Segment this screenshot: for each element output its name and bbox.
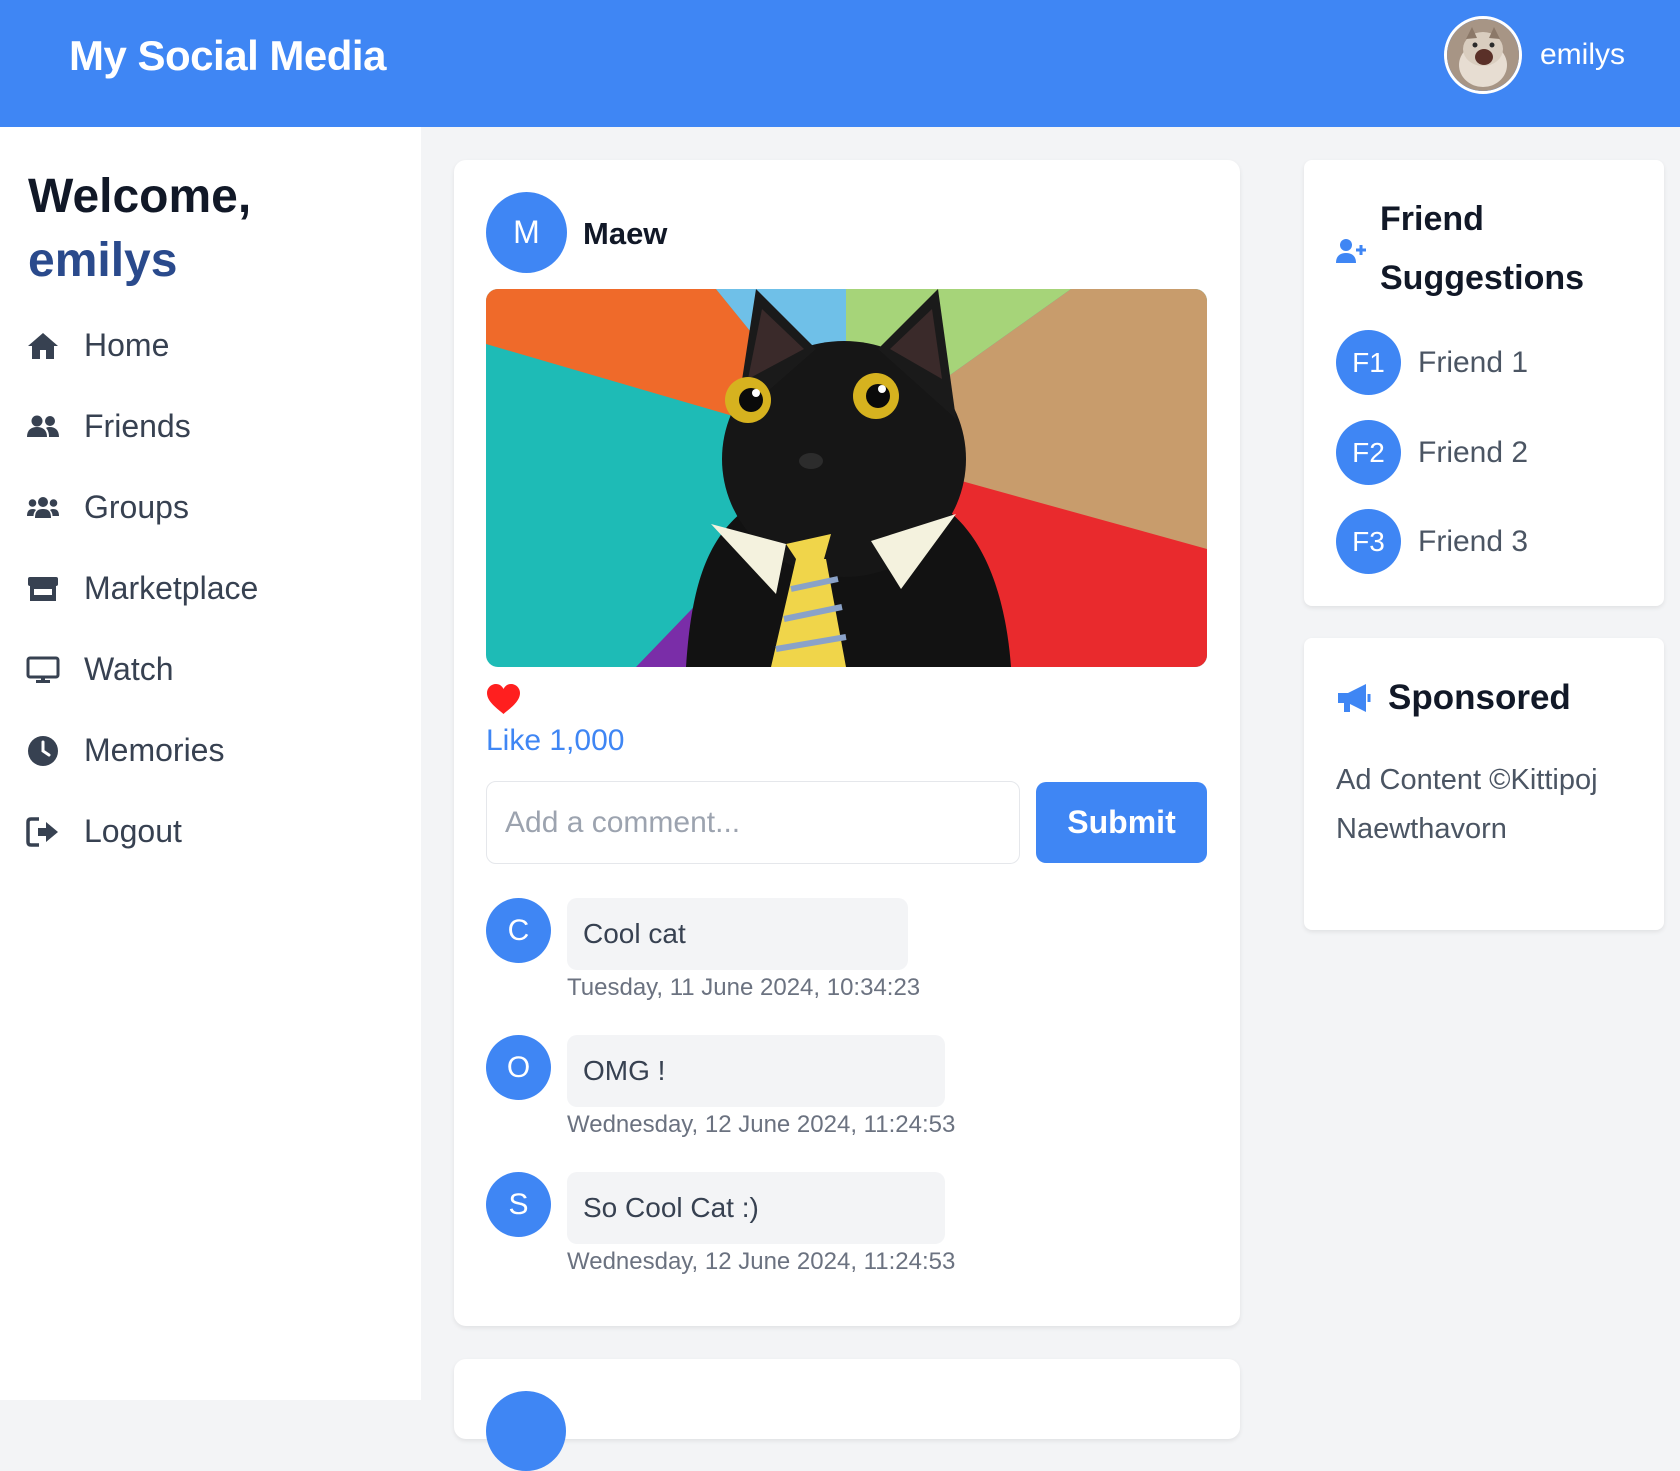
sidebar-item-marketplace[interactable]: Marketplace (26, 548, 406, 629)
sidebar-item-label: Memories (84, 732, 225, 768)
friend-suggestion-item[interactable]: F3 Friend 3 (1336, 509, 1528, 574)
logout-icon (26, 816, 58, 847)
sidebar-nav: Home Friends Groups Marketplace Watch Me… (26, 305, 406, 872)
commenter-avatar[interactable]: O (486, 1035, 551, 1100)
sidebar-item-logout[interactable]: Logout (26, 791, 406, 872)
megaphone-icon (1338, 684, 1371, 712)
header-username[interactable]: emilys (1540, 38, 1625, 72)
heart-icon[interactable] (486, 683, 521, 715)
commenter-avatar[interactable]: S (486, 1172, 551, 1237)
comment-text: Cool cat (567, 898, 908, 970)
top-navbar: My Social Media emilys (0, 0, 1680, 127)
friend-suggestions-card: Friend Suggestions F1 Friend 1 F2 Friend… (1304, 160, 1664, 606)
commenter-avatar[interactable]: C (486, 898, 551, 963)
sidebar-item-label: Logout (84, 813, 182, 849)
sidebar-item-home[interactable]: Home (26, 305, 406, 386)
like-button[interactable]: Like 1,000 (486, 724, 624, 758)
user-plus-icon (1336, 239, 1366, 263)
ad-content[interactable]: Ad Content ©Kittipoj Naewthavorn (1336, 756, 1636, 854)
home-icon (28, 332, 58, 359)
user-menu[interactable]: emilys (1443, 14, 1625, 96)
submit-comment-button[interactable]: Submit (1036, 782, 1207, 863)
sidebar-item-label: Marketplace (84, 570, 259, 606)
sidebar-item-friends[interactable]: Friends (26, 386, 406, 467)
clock-icon (28, 735, 58, 766)
friend-name: Friend 1 (1418, 345, 1529, 379)
friend-suggestions-title: Friend Suggestions (1380, 200, 1585, 297)
comment-timestamp: Tuesday, 11 June 2024, 10:34:23 (567, 974, 921, 1001)
post-image[interactable] (486, 289, 1207, 667)
sidebar-item-groups[interactable]: Groups (26, 467, 406, 548)
avatar-photo-icon (1446, 19, 1519, 91)
comment-text: OMG ! (567, 1035, 945, 1107)
friend-suggestion-item[interactable]: F1 Friend 1 (1336, 330, 1528, 395)
store-icon (28, 576, 58, 601)
friend-avatar: F1 (1336, 330, 1401, 395)
sidebar-item-label: Groups (84, 489, 189, 525)
comment-input[interactable] (486, 781, 1020, 864)
welcome-label: Welcome, (28, 170, 252, 223)
next-post-card (454, 1359, 1240, 1471)
post-card: M Maew Like 1,000 Add a comment... Submi… (454, 160, 1240, 1326)
left-sidebar: Welcome, emilys Home Friends Groups Mark… (0, 127, 421, 1400)
sidebar-item-label: Watch (84, 651, 174, 687)
comment-timestamp: Wednesday, 12 June 2024, 11:24:53 (567, 1248, 956, 1275)
friend-avatar: F3 (1336, 509, 1401, 574)
sponsored-title: Sponsored (1388, 678, 1571, 717)
groups-icon (27, 496, 59, 518)
sponsored-card: Sponsored Ad Content ©Kittipoj Naewthavo… (1304, 638, 1664, 930)
friend-name: Friend 3 (1418, 524, 1529, 558)
comment-timestamp: Wednesday, 12 June 2024, 11:24:53 (567, 1111, 956, 1138)
brand-title[interactable]: My Social Media (69, 32, 386, 80)
friend-suggestion-item[interactable]: F2 Friend 2 (1336, 420, 1528, 485)
friend-name: Friend 2 (1418, 435, 1529, 469)
post-author-avatar[interactable]: M (486, 192, 567, 273)
sidebar-item-memories[interactable]: Memories (26, 710, 406, 791)
sidebar-item-label: Friends (84, 408, 191, 444)
sidebar-item-watch[interactable]: Watch (26, 629, 406, 710)
comment-text: So Cool Cat :) (567, 1172, 945, 1244)
post-author-avatar[interactable] (486, 1391, 566, 1471)
friends-icon (27, 415, 59, 437)
welcome-username: emilys (28, 234, 178, 287)
sidebar-item-label: Home (84, 327, 170, 363)
cat-photo-image (486, 289, 1207, 667)
welcome-heading: Welcome, emilys (28, 165, 251, 293)
post-author-name[interactable]: Maew (583, 216, 667, 252)
friend-avatar: F2 (1336, 420, 1401, 485)
monitor-icon (26, 656, 60, 683)
avatar[interactable] (1443, 16, 1522, 94)
